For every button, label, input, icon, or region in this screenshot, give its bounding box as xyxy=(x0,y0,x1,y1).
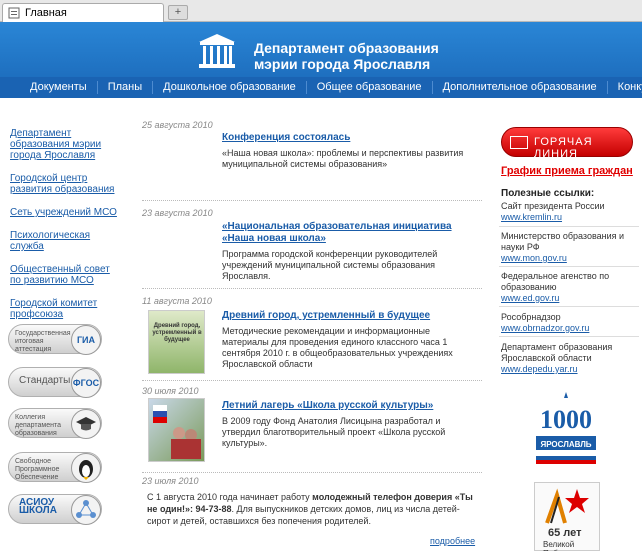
news-text: Методические рекомендации и информационн… xyxy=(222,326,453,369)
sidebar-link-psychology[interactable]: Психологическая служба xyxy=(10,230,122,252)
links-divider xyxy=(499,226,639,227)
victory-star-icon xyxy=(545,488,589,524)
helpline-text-start: С 1 августа 2010 года начинает работу xyxy=(147,492,313,502)
useful-links-heading: Полезные ссылки: xyxy=(501,188,595,199)
useful-link-url[interactable]: www.obrnadzor.gov.ru xyxy=(501,323,639,334)
useful-link-url[interactable]: www.ed.gov.ru xyxy=(501,293,639,304)
browser-tab-strip: Главная + xyxy=(0,0,642,22)
news-title-link[interactable]: Древний город, устремленный в будущее xyxy=(222,310,477,322)
nav-documents[interactable]: Документы xyxy=(0,81,98,94)
site-title: Департамент образования мэрии города Яро… xyxy=(254,40,439,72)
sidebar-link-center[interactable]: Городской центр развития образования xyxy=(10,173,122,195)
useful-link-name: Рособрнадзор xyxy=(501,312,561,322)
collegium-banner-text: Коллегия департамента образования xyxy=(15,414,62,437)
nav-preschool[interactable]: Дошкольное образование xyxy=(153,81,307,94)
gia-circle: ГИА xyxy=(71,325,101,355)
left-sidebar: Департамент образования мэрии города Яро… xyxy=(10,128,122,332)
news-text: Программа городской конференции руководи… xyxy=(222,249,438,281)
sidebar-link-network[interactable]: Сеть учреждений МСО xyxy=(10,207,122,218)
useful-link-url[interactable]: www.mon.gov.ru xyxy=(501,253,639,264)
news-divider xyxy=(142,288,482,289)
news-title-link[interactable]: «Национальная образовательная инициатива… xyxy=(222,221,477,245)
asiou-banner[interactable]: АСИОУ ШКОЛА xyxy=(8,494,102,525)
yaroslavl-1000-logo-icon[interactable]: 1000 ЯРОСЛАВЛЬ xyxy=(532,388,600,468)
news-date: 30 июля 2010 xyxy=(142,386,199,396)
fgos-banner-text: Стандарты xyxy=(19,375,71,386)
site-title-line2: мэрии города Ярославля xyxy=(254,56,431,72)
news-date: 23 августа 2010 xyxy=(142,208,213,218)
free-software-banner-text: Свободное Программное Обеспечение xyxy=(15,458,60,481)
collegium-banner[interactable]: Коллегия департамента образования xyxy=(8,408,102,439)
useful-link-url[interactable]: www.kremlin.ru xyxy=(501,212,639,223)
page-icon xyxy=(8,7,20,19)
svg-text:1000: 1000 xyxy=(540,405,592,434)
news-thumbnail[interactable]: Древний город, устремленный в будущее xyxy=(148,310,205,374)
fgos-circle: ФГОС xyxy=(71,368,101,398)
sidebar-link-union[interactable]: Городской комитет профсоюза xyxy=(10,298,122,320)
useful-link-block: Федеральное агенство по образованию www.… xyxy=(501,271,639,304)
hotline-button[interactable]: ГОРЯЧАЯ ЛИНИЯ xyxy=(501,127,633,160)
nav-contests[interactable]: Конкурсы xyxy=(608,81,642,94)
news-title-link[interactable]: Летний лагерь «Школа русской культуры» xyxy=(222,400,477,412)
network-icon xyxy=(71,495,101,525)
rotunda-logo-icon xyxy=(199,34,235,68)
useful-link-url[interactable]: www.depedu.yar.ru xyxy=(501,364,639,375)
gia-banner-text: Государственная итоговая аттестация xyxy=(15,330,71,353)
victory-years: 65 лет xyxy=(548,527,582,539)
more-link[interactable]: подробнее xyxy=(430,536,475,546)
news-divider xyxy=(142,472,482,473)
fgos-banner[interactable]: Стандарты ФГОС xyxy=(8,367,102,398)
news-thumbnail[interactable] xyxy=(148,398,205,462)
reception-schedule-link[interactable]: График приема граждан xyxy=(501,165,633,177)
news-divider xyxy=(142,380,482,381)
victory-65-banner[interactable]: 65 лет Великой Победе xyxy=(534,482,600,551)
news-text: В 2009 году Фонд Анатолия Лисицына разра… xyxy=(222,416,446,448)
site-header: Департамент образования мэрии города Яро… xyxy=(0,22,642,77)
penguin-icon xyxy=(71,453,101,483)
news-date: 11 августа 2010 xyxy=(142,296,212,306)
news-text: «Наша новая школа»: проблемы и перспекти… xyxy=(222,148,464,169)
browser-tab[interactable]: Главная xyxy=(2,3,164,22)
useful-link-block: Департамент образования Ярославской обла… xyxy=(501,342,639,375)
new-tab-button[interactable]: + xyxy=(168,5,188,20)
helpline-news-text: С 1 августа 2010 года начинает работу мо… xyxy=(147,491,477,527)
links-divider xyxy=(499,306,639,307)
main-nav: Документы Планы Дошкольное образование О… xyxy=(0,77,642,98)
useful-link-name: Федеральное агенство по образованию xyxy=(501,271,610,292)
sidebar-link-department[interactable]: Департамент образования мэрии города Яро… xyxy=(10,128,122,161)
links-divider xyxy=(499,336,639,337)
useful-link-name: Департамент образования Ярославской обла… xyxy=(501,342,613,363)
news-item: «Национальная образовательная инициатива… xyxy=(222,221,477,282)
nav-plans[interactable]: Планы xyxy=(98,81,154,94)
useful-link-name: Сайт президента России xyxy=(501,201,605,211)
news-item: Конференция состоялась «Наша новая школа… xyxy=(222,132,477,170)
news-date: 25 августа 2010 xyxy=(142,120,213,130)
useful-link-block: Министерство образования и науки РФ www.… xyxy=(501,231,639,264)
nav-additional[interactable]: Дополнительное образование xyxy=(433,81,608,94)
news-title-link[interactable]: Конференция состоялась xyxy=(222,132,477,144)
envelope-icon xyxy=(510,136,528,149)
sidebar-link-council[interactable]: Общественный совет по развитию МСО xyxy=(10,264,122,286)
site-title-line1: Департамент образования xyxy=(254,40,439,56)
asiou-banner-text: АСИОУ ШКОЛА xyxy=(19,497,57,516)
thumbnail-caption: Древний город, устремленный в будущее xyxy=(152,323,202,343)
hotline-label: ГОРЯЧАЯ ЛИНИЯ xyxy=(534,136,593,160)
useful-link-name: Министерство образования и науки РФ xyxy=(501,231,625,252)
useful-link-block: Рособрнадзор www.obrnadzor.gov.ru xyxy=(501,312,639,334)
victory-caption: Великой Победе xyxy=(543,540,575,551)
flag-photo-icon xyxy=(153,405,201,459)
news-date: 23 июля 2010 xyxy=(142,476,199,486)
news-item: Древний город, устремленный в будущее Ме… xyxy=(222,310,477,370)
yaroslavl-logo-text: ЯРОСЛАВЛЬ xyxy=(540,440,591,449)
tab-title: Главная xyxy=(25,7,67,19)
useful-link-block: Сайт президента России www.kremlin.ru xyxy=(501,201,639,223)
gia-banner[interactable]: Государственная итоговая аттестация ГИА xyxy=(8,324,102,355)
links-divider xyxy=(499,266,639,267)
free-software-banner[interactable]: Свободное Программное Обеспечение xyxy=(8,452,102,483)
news-divider xyxy=(142,200,482,201)
nav-general[interactable]: Общее образование xyxy=(307,81,433,94)
news-item: Летний лагерь «Школа русской культуры» В… xyxy=(222,400,477,449)
mortarboard-icon xyxy=(71,409,101,439)
